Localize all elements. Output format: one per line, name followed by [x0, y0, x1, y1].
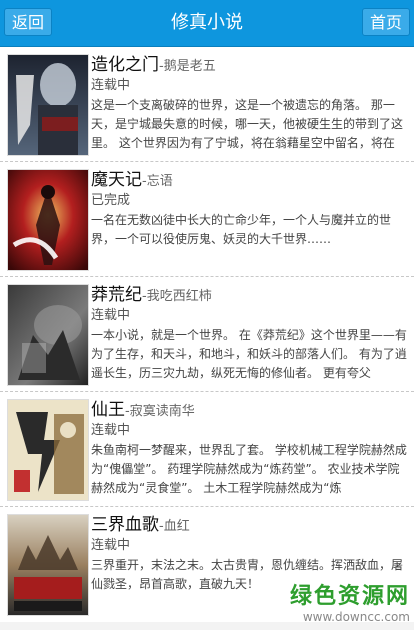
book-title[interactable]: 莽荒纪 — [91, 285, 142, 305]
app-header: 返回 修真小说 首页 — [0, 0, 414, 47]
book-item[interactable]: 仙王-寂寞读南华 连载中 朱鱼南柯一梦醒来，世界乱了套。 学校机械工程学院赫然成… — [0, 392, 414, 507]
page-title: 修真小说 — [171, 12, 243, 33]
book-description: 一本小说，就是一个世界。 在《莽荒纪》这个世界里——有为了生存，和天斗，和地斗，… — [91, 328, 407, 380]
book-status: 连载中 — [91, 78, 131, 93]
book-cover-image[interactable] — [7, 54, 89, 156]
watermark-url: www.downcc.com — [302, 610, 410, 624]
book-title[interactable]: 三界血歌 — [91, 515, 159, 535]
book-cover-image[interactable] — [7, 284, 89, 386]
book-status: 连载中 — [91, 538, 131, 553]
book-author: -忘语 — [142, 174, 173, 189]
watermark: 绿色资源网 www.downcc.com — [290, 578, 410, 624]
book-author: -血红 — [159, 519, 190, 534]
book-item[interactable]: 魔天记-忘语 已完成 一名在无数凶徒中长大的亡命少年，一个人与魔并立的世界，一个… — [0, 162, 414, 277]
book-status: 已完成 — [91, 193, 131, 208]
book-cover-image[interactable] — [7, 169, 89, 271]
book-cover-image[interactable] — [7, 514, 89, 616]
book-cover-image[interactable] — [7, 399, 89, 501]
home-button[interactable]: 首页 — [362, 8, 410, 36]
book-title[interactable]: 魔天记 — [91, 170, 142, 190]
book-title[interactable]: 造化之门 — [91, 55, 159, 75]
book-description: 朱鱼南柯一梦醒来，世界乱了套。 学校机械工程学院赫然成为“傀儡堂”。 药理学院赫… — [91, 443, 407, 495]
book-list: 造化之门-鹅是老五 连载中 这是一个支离破碎的世界，这是一个被遗忘的角落。 那一… — [0, 47, 414, 622]
book-title[interactable]: 仙王 — [91, 400, 125, 420]
book-status: 连载中 — [91, 308, 131, 323]
book-description: 这是一个支离破碎的世界，这是一个被遗忘的角落。 那一天，是宁城最失意的时候，哪一… — [91, 98, 404, 150]
book-info: 仙王-寂寞读南华 连载中 朱鱼南柯一梦醒来，世界乱了套。 学校机械工程学院赫然成… — [91, 399, 408, 498]
book-description: 一名在无数凶徒中长大的亡命少年，一个人与魔并立的世界，一个可以役使厉鬼、妖灵的大… — [91, 213, 392, 246]
book-author: -鹅是老五 — [159, 59, 216, 74]
book-author: -寂寞读南华 — [125, 404, 195, 419]
book-info: 魔天记-忘语 已完成 一名在无数凶徒中长大的亡命少年，一个人与魔并立的世界，一个… — [91, 169, 408, 268]
book-author: -我吃西红柿 — [142, 289, 212, 304]
book-item[interactable]: 莽荒纪-我吃西红柿 连载中 一本小说，就是一个世界。 在《莽荒纪》这个世界里——… — [0, 277, 414, 392]
book-info: 莽荒纪-我吃西红柿 连载中 一本小说，就是一个世界。 在《莽荒纪》这个世界里——… — [91, 284, 408, 383]
book-status: 连载中 — [91, 423, 131, 438]
book-item[interactable]: 造化之门-鹅是老五 连载中 这是一个支离破碎的世界，这是一个被遗忘的角落。 那一… — [0, 47, 414, 162]
book-info: 造化之门-鹅是老五 连载中 这是一个支离破碎的世界，这是一个被遗忘的角落。 那一… — [91, 54, 408, 153]
watermark-logo-text: 绿色资源网 — [289, 584, 410, 609]
